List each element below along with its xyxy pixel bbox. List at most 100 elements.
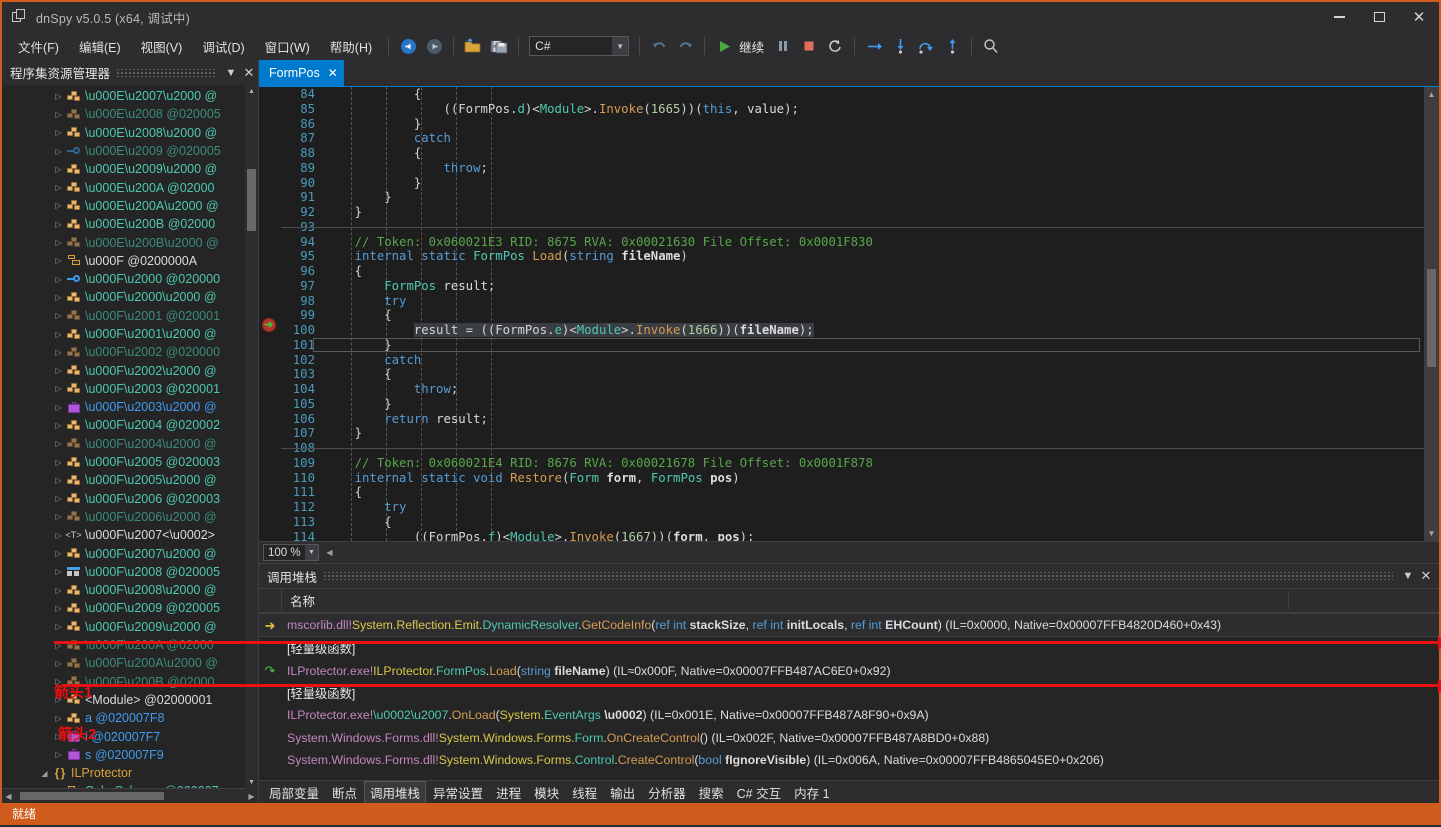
chevron-down-icon[interactable]: ▼: [1399, 566, 1417, 586]
undo-icon[interactable]: [647, 35, 671, 57]
tree-item[interactable]: ▷s @020007F9: [2, 746, 258, 764]
code-line[interactable]: 100 result = ((FormPos.e)<Module>.Invoke…: [281, 323, 1424, 338]
minimize-button[interactable]: [1319, 2, 1359, 32]
tree-item[interactable]: ▷\u000F\u2000\u2000 @: [2, 288, 258, 306]
pause-icon[interactable]: [771, 35, 795, 57]
tree-expander[interactable]: ▷: [52, 384, 65, 393]
tree-expander[interactable]: ▷: [52, 238, 65, 247]
scroll-thumb[interactable]: [20, 792, 165, 800]
tree-expander[interactable]: ▷: [52, 256, 65, 265]
tree-expander[interactable]: ▷: [52, 677, 65, 686]
step-icon[interactable]: [862, 35, 886, 57]
code-line[interactable]: 97 FormPos result;: [281, 279, 1424, 294]
tree-item[interactable]: ▷\u000F\u2000 @020000: [2, 270, 258, 288]
code-line[interactable]: 112 try: [281, 500, 1424, 515]
close-icon[interactable]: ✕: [240, 63, 258, 83]
callstack-row[interactable]: [轻量级函数]: [259, 682, 1439, 704]
editor-vertical-scrollbar[interactable]: ▲ ▼: [1424, 87, 1439, 541]
tree-item[interactable]: ▷\u000F\u2005\u2000 @: [2, 471, 258, 489]
scroll-down-icon[interactable]: ▼: [1424, 526, 1439, 541]
tree-expander[interactable]: ▷: [52, 403, 65, 412]
debug-tab-搜索[interactable]: 搜索: [693, 781, 730, 804]
tree-item[interactable]: ▷\u000F\u2009 @020005: [2, 599, 258, 617]
tree-item[interactable]: ▷\u000E\u2008\u2000 @: [2, 124, 258, 142]
menu-window[interactable]: 窗口(W): [255, 33, 320, 60]
scroll-thumb[interactable]: [247, 169, 256, 231]
code-line[interactable]: 98 try: [281, 294, 1424, 309]
menu-file[interactable]: 文件(F): [8, 33, 69, 60]
tree-item[interactable]: ▷\u000F\u2001\u2000 @: [2, 325, 258, 343]
tree-item[interactable]: ▷\u000F\u200A\u2000 @: [2, 654, 258, 672]
scroll-down-icon[interactable]: ▼: [245, 776, 258, 789]
tree-expander[interactable]: ▷: [52, 183, 65, 192]
callstack-row[interactable]: System.Windows.Forms.dll!System.Windows.…: [259, 726, 1439, 748]
close-icon[interactable]: ✕: [1417, 566, 1435, 586]
tree-expander[interactable]: ▷: [52, 439, 65, 448]
code-line[interactable]: 92 }: [281, 205, 1424, 220]
assembly-tree[interactable]: ▷\u000E\u2007\u2000 @▷\u000E\u2008 @0200…: [2, 85, 258, 788]
tree-expander[interactable]: ▷: [52, 201, 65, 210]
play-icon[interactable]: [712, 35, 736, 57]
debug-tab-输出[interactable]: 输出: [604, 781, 641, 804]
tree-expander[interactable]: ▷: [52, 421, 65, 430]
tree-expander[interactable]: ▷: [52, 787, 65, 788]
callstack-row[interactable]: [轻量级函数]: [259, 637, 1439, 659]
menu-edit[interactable]: 编辑(E): [69, 33, 131, 60]
tree-item[interactable]: ▷ColorScheme @020007: [2, 782, 258, 788]
tree-expander[interactable]: ▷: [52, 128, 65, 137]
code-line[interactable]: 105 }: [281, 397, 1424, 412]
code-line[interactable]: 85 ((FormPos.d)<Module>.Invoke(1665))(th…: [281, 102, 1424, 117]
glyph-margin[interactable]: ➜: [259, 87, 281, 541]
tree-expander[interactable]: ▷: [52, 750, 65, 759]
tree-item[interactable]: ▷\u000F\u200B @02000: [2, 673, 258, 691]
scroll-left-icon[interactable]: ◀: [2, 792, 15, 801]
code-line[interactable]: 84 {: [281, 87, 1424, 102]
debug-tab-进程[interactable]: 进程: [490, 781, 527, 804]
tree-expander[interactable]: ▷: [52, 220, 65, 229]
chevron-down-icon[interactable]: ▼: [612, 37, 628, 55]
redo-icon[interactable]: [673, 35, 697, 57]
code-line[interactable]: 87 catch: [281, 131, 1424, 146]
debug-tab-局部变量[interactable]: 局部变量: [263, 781, 325, 804]
tree-item[interactable]: ▷\u000F\u2002\u2000 @: [2, 361, 258, 379]
tree-expander[interactable]: ▷: [52, 549, 65, 558]
tree-item[interactable]: ▷\u000E\u2009\u2000 @: [2, 160, 258, 178]
code-editor[interactable]: ➜ 84 {85 ((FormPos.d)<Module>.Invoke(166…: [259, 87, 1439, 541]
maximize-button[interactable]: [1359, 2, 1399, 32]
code-line[interactable]: 99 {: [281, 308, 1424, 323]
tree-expander[interactable]: ▷: [52, 311, 65, 320]
code-line[interactable]: 109 // Token: 0x060021E4 RID: 8676 RVA: …: [281, 456, 1424, 471]
tree-item[interactable]: ▷a @020007F8: [2, 709, 258, 727]
tree-item[interactable]: ▷\u000F\u2007\u2000 @: [2, 544, 258, 562]
code-line[interactable]: 113 {: [281, 515, 1424, 530]
menu-view[interactable]: 视图(V): [131, 33, 193, 60]
tree-item[interactable]: ▷\u000F @0200000A: [2, 252, 258, 270]
debug-tab-异常设置[interactable]: 异常设置: [427, 781, 489, 804]
tree-expander[interactable]: ▷: [52, 476, 65, 485]
tree-item[interactable]: ▷\u000E\u2008 @020005: [2, 105, 258, 123]
tree-item[interactable]: ▷\u000F\u2008 @020005: [2, 563, 258, 581]
chevron-down-icon[interactable]: ▼: [222, 63, 240, 83]
debug-tab-内存 1[interactable]: 内存 1: [788, 781, 835, 804]
code-line[interactable]: 103 {: [281, 367, 1424, 382]
hscroll-track[interactable]: [15, 791, 245, 801]
step-over-icon[interactable]: [914, 35, 938, 57]
code-line[interactable]: 107 }: [281, 426, 1424, 441]
tree-expander[interactable]: ▷: [52, 531, 65, 540]
tree-expander[interactable]: ▷: [52, 366, 65, 375]
tree-expander[interactable]: ▷: [52, 147, 65, 156]
tree-horizontal-scrollbar[interactable]: ◀ ▶: [2, 788, 258, 803]
tree-item[interactable]: ▷\u000F\u2006 @020003: [2, 490, 258, 508]
tree-item[interactable]: ▷\u000F\u2009\u2000 @: [2, 618, 258, 636]
tree-expander[interactable]: ▷: [52, 714, 65, 723]
code-line[interactable]: 89 throw;: [281, 161, 1424, 176]
tree-item[interactable]: ◢{ }ILProtector: [2, 764, 258, 782]
open-folder-icon[interactable]: [461, 35, 485, 57]
callstack-rows[interactable]: ➜mscorlib.dll!System.Reflection.Emit.Dyn…: [259, 613, 1439, 780]
debug-tool-tabs[interactable]: 局部变量断点调用堆栈异常设置进程模块线程输出分析器搜索C# 交互内存 1: [259, 780, 1439, 803]
debug-tab-模块[interactable]: 模块: [528, 781, 565, 804]
stop-icon[interactable]: [797, 35, 821, 57]
tree-item[interactable]: ▷\u000F\u2003\u2000 @: [2, 398, 258, 416]
breakpoint-current-statement-icon[interactable]: ➜: [262, 318, 277, 333]
tree-expander[interactable]: ▷: [52, 641, 65, 650]
